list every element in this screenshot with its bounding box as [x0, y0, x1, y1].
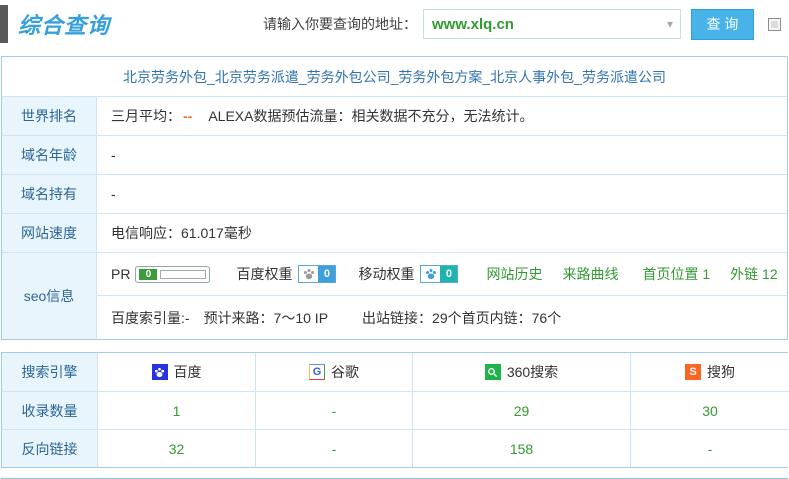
pagerank-value: 0: [139, 269, 157, 280]
site-title-link[interactable]: 北京劳务外包_北京劳务派遣_劳务外包公司_劳务外包方案_北京人事外包_劳务派遣公…: [123, 67, 666, 87]
home-internal-links-text: 首页内链：76个: [462, 308, 562, 328]
indexed-count-360: 29: [412, 391, 630, 429]
query-button[interactable]: 查 询: [691, 9, 754, 40]
seo-info-label: seo信息: [2, 253, 97, 339]
site-speed-row: 网站速度 电信响应：61.017毫秒: [2, 214, 787, 253]
mobile-weight-value: 0: [440, 266, 457, 282]
options-checkbox[interactable]: [768, 18, 781, 31]
backlinks-sogou: -: [630, 429, 789, 467]
page-title: 综合查询: [18, 8, 110, 40]
backlinks-google: -: [255, 429, 412, 467]
engine-baidu-name: 百度: [174, 362, 202, 382]
domain-holder-row: 域名持有 -: [2, 175, 787, 214]
baidu-paw-icon: [299, 266, 318, 282]
engine-360-name: 360搜索: [507, 362, 558, 382]
query-input-box: ▾: [423, 9, 681, 39]
engine-sogou-name: 搜狗: [707, 362, 735, 382]
backlinks-baidu: 32: [97, 429, 255, 467]
backlinks-360: 158: [412, 429, 630, 467]
world-rank-prefix: 三月平均：: [111, 106, 181, 126]
baidu-weight-value: 0: [318, 266, 335, 282]
domain-age-value: -: [97, 136, 787, 174]
site-speed-value: 电信响应：61.017毫秒: [97, 214, 787, 252]
world-rank-value: 三月平均： -- ALEXA数据预估流量：相关数据不充分，无法统计。: [97, 97, 787, 135]
world-rank-dash: --: [183, 108, 192, 124]
domain-age-row: 域名年龄 -: [2, 136, 787, 175]
baidu-index-text: 百度索引量:-: [111, 308, 190, 328]
360-search-logo-icon: [485, 364, 501, 380]
seo-info-row: seo信息 PR 0 百度权重 0 移动权重: [2, 253, 787, 339]
home-position-link[interactable]: 首页位置 1: [642, 264, 710, 284]
google-logo-icon: G: [309, 364, 325, 380]
engine-google: G 谷歌: [255, 353, 412, 391]
site-title-row: 北京劳务外包_北京劳务派遣_劳务外包公司_劳务外包方案_北京人事外包_劳务派遣公…: [2, 57, 787, 97]
query-input[interactable]: [424, 11, 644, 37]
seo-content: PR 0 百度权重 0 移动权重 0: [97, 253, 787, 339]
site-history-link[interactable]: 网站历史: [486, 264, 542, 284]
world-rank-note: ALEXA数据预估流量：相关数据不充分，无法统计。: [208, 106, 533, 126]
world-rank-row: 世界排名 三月平均： -- ALEXA数据预估流量：相关数据不充分，无法统计。: [2, 97, 787, 136]
outbound-links-text: 出站链接：29个: [362, 308, 462, 328]
world-rank-label: 世界排名: [2, 97, 97, 135]
engine-360: 360搜索: [412, 353, 630, 391]
engine-baidu: 百度: [97, 353, 255, 391]
title-accent-bar: [0, 5, 8, 43]
domain-age-label: 域名年龄: [2, 136, 97, 174]
baidu-weight-badge[interactable]: 0: [298, 265, 336, 283]
mobile-weight-badge[interactable]: 0: [420, 265, 458, 283]
engines-header-label: 搜索引擎: [2, 353, 97, 391]
pagerank-meter: 0: [135, 266, 210, 283]
domain-holder-label: 域名持有: [2, 175, 97, 213]
query-bar: 请输入你要查询的地址： ▾ 查 询: [263, 9, 781, 40]
header: 综合查询 请输入你要查询的地址： ▾ 查 询: [0, 0, 789, 48]
backlinks-label: 反向链接: [2, 429, 97, 467]
outlink-link[interactable]: 外链 12: [730, 264, 777, 284]
search-engines-table: 搜索引擎 百度 G 谷歌 360搜索 S 搜狗 收录数量 1 - 29 30 反: [1, 352, 788, 468]
domain-holder-value: -: [97, 175, 787, 213]
mobile-weight-label: 移动权重: [358, 264, 414, 284]
seo-line-1: PR 0 百度权重 0 移动权重 0: [97, 253, 787, 296]
pr-label: PR: [111, 266, 130, 282]
indexed-count-google: -: [255, 391, 412, 429]
site-info-table: 北京劳务外包_北京劳务派遣_劳务外包公司_劳务外包方案_北京人事外包_劳务派遣公…: [1, 56, 788, 340]
indexed-count-baidu: 1: [97, 391, 255, 429]
seo-line-2: 百度索引量:- 预计来路：7～10 IP 出站链接：29个 首页内链：76个: [97, 296, 787, 339]
engine-sogou: S 搜狗: [630, 353, 789, 391]
baidu-weight-label: 百度权重: [236, 264, 292, 284]
dropdown-arrow-icon[interactable]: ▾: [667, 17, 673, 31]
estimated-traffic-text: 预计来路：7～10 IP: [204, 308, 328, 328]
pagerank-bar: [160, 270, 206, 279]
mobile-paw-icon: [421, 266, 440, 282]
traffic-curve-link[interactable]: 来路曲线: [562, 264, 618, 284]
query-input-label: 请输入你要查询的地址：: [263, 14, 417, 34]
engine-google-name: 谷歌: [331, 362, 359, 382]
indexed-count-label: 收录数量: [2, 391, 97, 429]
sogou-logo-icon: S: [685, 364, 701, 380]
site-speed-label: 网站速度: [2, 214, 97, 252]
indexed-count-sogou: 30: [630, 391, 789, 429]
baidu-logo-icon: [152, 364, 168, 380]
